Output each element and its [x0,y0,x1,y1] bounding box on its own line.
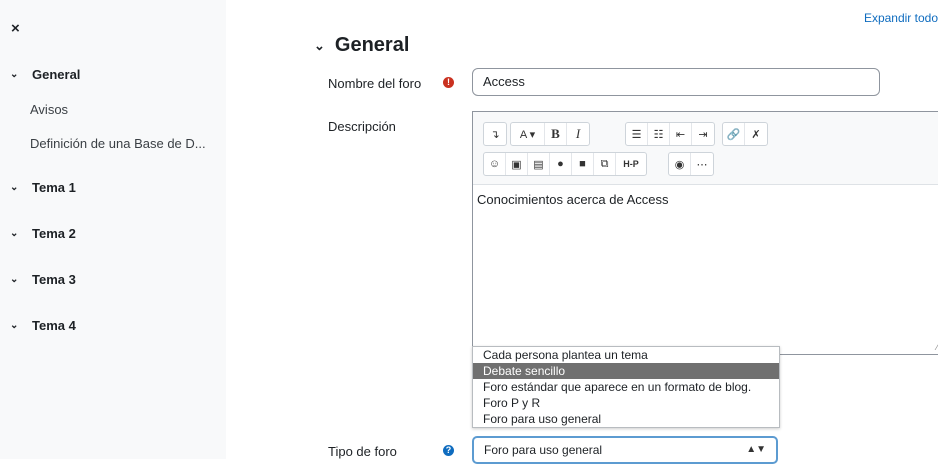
dropdown-option[interactable]: Foro para uso general [473,411,779,427]
h5p-button[interactable]: H-P [616,153,646,175]
sidebar-section-tema-1[interactable]: ⌄ Tema 1 [10,180,76,195]
chevron-down-icon: ⌄ [10,274,19,285]
accessibility-icon[interactable]: ◉ [669,153,691,175]
chevron-down-icon: ⌄ [10,228,19,239]
sidebar-section-label: Tema 1 [32,180,76,195]
toolbar-group-text: A ▾ B I [510,122,590,146]
toolbar-group-links: 🔗 ✗ [722,122,768,146]
italic-button[interactable]: I [567,123,589,145]
record-video-icon[interactable]: ■ [572,153,594,175]
toolbar-group-lists: ☰ ☷ ⇤ ⇥ [625,122,715,146]
bold-button[interactable]: B [545,123,567,145]
chevron-down-icon: ⌄ [314,37,325,53]
sidebar-item-avisos[interactable]: Avisos [30,102,68,117]
toolbar-group-format: ↴ [483,122,507,146]
sidebar-section-general[interactable]: ⌄ General [10,67,80,82]
sidebar-section-tema-2[interactable]: ⌄ Tema 2 [10,226,76,241]
description-label: Descripción [328,119,396,134]
manage-files-icon[interactable]: ⧉ [594,153,616,175]
sidebar-section-label: General [32,67,81,82]
paragraph-style-button[interactable]: ↴ [484,123,506,145]
sidebar-section-label: Tema 4 [32,318,76,333]
outdent-icon[interactable]: ⇤ [670,123,692,145]
chevron-down-icon: ⌄ [10,320,19,331]
unlink-icon[interactable]: ✗ [745,123,767,145]
chevron-down-icon: ⌄ [10,182,19,193]
dropdown-option[interactable]: Cada persona plantea un tema [473,347,779,363]
toolbar-group-media: ☺ ▣ ▤ ● ■ ⧉ H-P [483,152,647,176]
chevron-down-icon: ⌄ [10,69,19,80]
indent-icon[interactable]: ⇥ [692,123,714,145]
sidebar-section-tema-4[interactable]: ⌄ Tema 4 [10,318,76,333]
media-icon[interactable]: ▤ [528,153,550,175]
ordered-list-icon[interactable]: ☷ [648,123,670,145]
course-index-sidebar: × ⌄ General Avisos Definición de una Bas… [0,0,226,459]
forum-name-label: Nombre del foro [328,76,422,91]
sidebar-item-definicion[interactable]: Definición de una Base de D... [30,136,206,151]
select-value: Foro para uso general [484,443,603,457]
font-style-button[interactable]: A ▾ [511,123,545,145]
link-icon[interactable]: 🔗 [723,123,745,145]
dropdown-option[interactable]: Foro estándar que aparece en un formato … [473,379,779,395]
record-audio-icon[interactable]: ● [550,153,572,175]
sidebar-section-tema-3[interactable]: ⌄ Tema 3 [10,272,76,287]
more-options-icon[interactable]: ⋯ [691,153,713,175]
sidebar-section-label: Tema 3 [32,272,76,287]
unordered-list-icon[interactable]: ☰ [626,123,648,145]
required-icon: ! [443,77,454,88]
forum-type-dropdown-list: Cada persona plantea un tema Debate senc… [472,346,780,428]
dropdown-option-highlighted[interactable]: Debate sencillo [473,363,779,379]
sidebar-section-label: Tema 2 [32,226,76,241]
toolbar-group-extra: ◉ ⋯ [668,152,714,176]
dropdown-option[interactable]: Foro P y R [473,395,779,411]
description-editor[interactable]: ↴ A ▾ B I ☰ ☷ ⇤ ⇥ 🔗 ✗ ☺ ▣ ▤ ● ■ ⧉ H-P ◉ … [472,111,938,355]
forum-type-select[interactable]: Foro para uso general ▲▼ [472,436,778,464]
image-icon[interactable]: ▣ [506,153,528,175]
emoji-icon[interactable]: ☺ [484,153,506,175]
close-sidebar-icon[interactable]: × [11,20,20,37]
expand-all-link[interactable]: Expandir todo [864,11,938,25]
forum-name-input[interactable]: Access [472,68,880,96]
editor-content[interactable]: Conocimientos acerca de Access [477,192,668,207]
editor-toolbar: ↴ A ▾ B I ☰ ☷ ⇤ ⇥ 🔗 ✗ ☺ ▣ ▤ ● ■ ⧉ H-P ◉ … [473,112,938,185]
help-icon[interactable]: ? [443,445,454,456]
page-title: General [334,34,410,56]
section-heading-general[interactable]: ⌄ General [314,34,409,57]
updown-arrow-icon: ▲▼ [746,444,766,455]
forum-type-label: Tipo de foro [328,444,397,459]
